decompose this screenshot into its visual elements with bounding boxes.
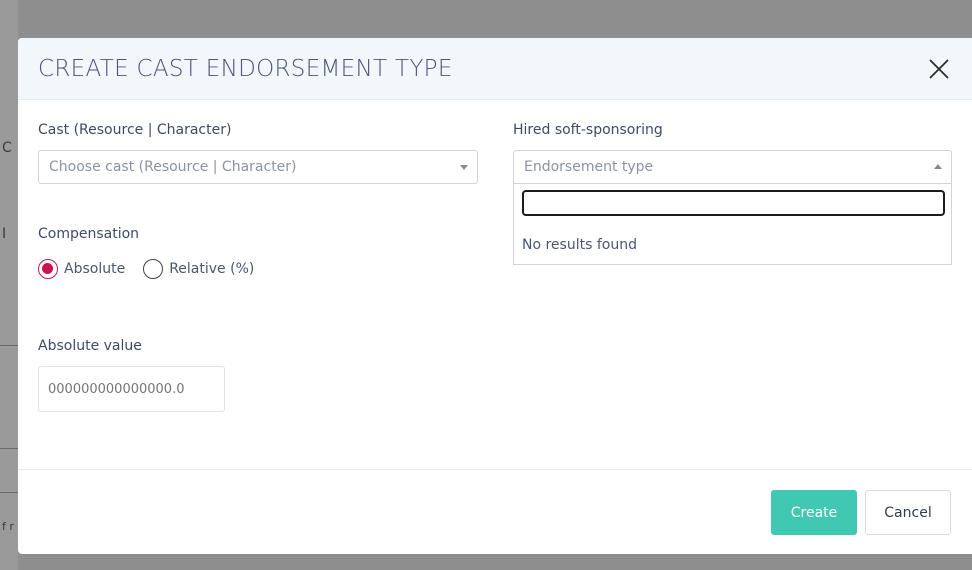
background-divider [0, 492, 18, 493]
create-cast-endorsement-dialog: CREATE CAST ENDORSEMENT TYPE Cast (Resou… [18, 38, 972, 554]
no-results-message: No results found [522, 237, 637, 253]
cancel-button[interactable]: Cancel [865, 490, 951, 535]
radio-unchecked-icon [143, 259, 164, 279]
cast-label: Cast (Resource | Character) [38, 122, 232, 138]
close-button[interactable] [924, 54, 954, 84]
modal-header: CREATE CAST ENDORSEMENT TYPE [18, 38, 972, 100]
radio-relative-label: Relative (%) [169, 261, 255, 277]
background-divider [0, 448, 18, 449]
chevron-down-icon [460, 165, 468, 170]
compensation-label: Compensation [38, 226, 140, 242]
endorsement-type-placeholder: Endorsement type [524, 159, 654, 175]
footer-divider [18, 469, 972, 470]
background-text: C [2, 140, 12, 156]
dropdown-search-input[interactable] [522, 190, 945, 216]
absolute-value-input[interactable] [38, 366, 225, 412]
endorsement-type-select[interactable]: Endorsement type [513, 150, 952, 184]
radio-checked-icon [38, 259, 58, 279]
endorsement-type-dropdown: No results found [513, 184, 952, 265]
background-divider [0, 345, 18, 346]
background-text: I [2, 226, 7, 242]
radio-absolute-label: Absolute [64, 261, 126, 277]
radio-absolute[interactable]: Absolute [38, 259, 125, 279]
cast-select[interactable]: Choose cast (Resource | Character) [38, 150, 478, 184]
compensation-radio-group: Absolute Relative (%) [38, 259, 272, 279]
radio-relative[interactable]: Relative (%) [143, 259, 254, 279]
absolute-value-label: Absolute value [38, 338, 142, 354]
create-button[interactable]: Create [771, 490, 857, 535]
sponsoring-label: Hired soft-sponsoring [513, 122, 663, 138]
background-page-edge: C I f r [0, 0, 18, 570]
background-text: f r [2, 520, 14, 533]
close-icon [929, 58, 949, 79]
modal-title: CREATE CAST ENDORSEMENT TYPE [38, 55, 453, 82]
cast-select-placeholder: Choose cast (Resource | Character) [49, 159, 297, 175]
chevron-up-icon [934, 164, 942, 169]
